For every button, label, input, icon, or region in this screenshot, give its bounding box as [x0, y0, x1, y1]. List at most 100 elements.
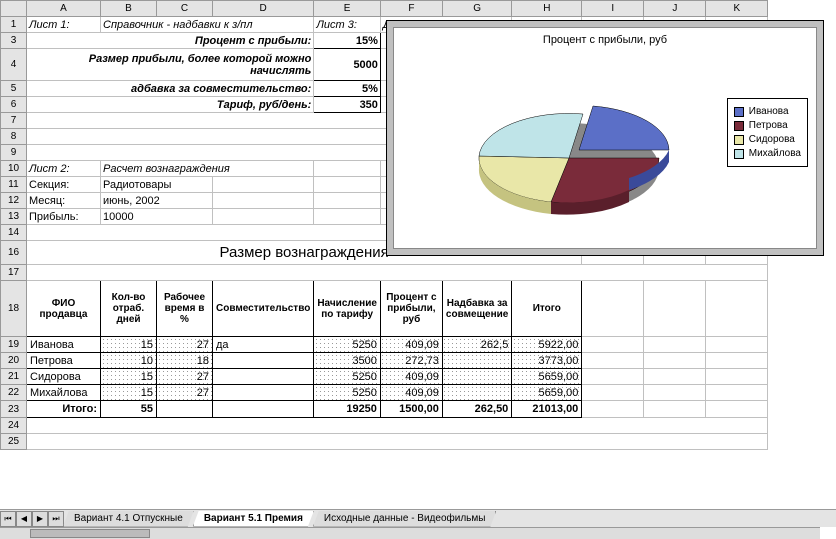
row-header[interactable]: 1: [1, 17, 27, 33]
row-header[interactable]: 21: [1, 369, 27, 385]
cell[interactable]: 21013,00: [512, 401, 582, 418]
row-header[interactable]: 6: [1, 97, 27, 113]
cell[interactable]: 409,09: [380, 369, 442, 385]
corner-cell[interactable]: [1, 1, 27, 17]
row-header[interactable]: 24: [1, 418, 27, 434]
cell[interactable]: 27: [157, 385, 213, 401]
cell[interactable]: 409,09: [380, 337, 442, 353]
cell[interactable]: 5250: [314, 385, 381, 401]
tab-nav-first-icon[interactable]: ⏮: [0, 511, 16, 527]
tab-nav-next-icon[interactable]: ▶: [32, 511, 48, 527]
cell[interactable]: [442, 369, 511, 385]
cell[interactable]: Расчет вознаграждения: [101, 161, 314, 177]
cell[interactable]: 1500,00: [380, 401, 442, 418]
cell[interactable]: 3773,00: [512, 353, 582, 369]
col-header[interactable]: C: [157, 1, 213, 17]
cell[interactable]: Прибыль:: [27, 209, 101, 225]
cell[interactable]: 10000: [101, 209, 213, 225]
cell[interactable]: Справочник - надбавки к з/пл: [101, 17, 314, 33]
col-header[interactable]: E: [314, 1, 381, 17]
col-header[interactable]: B: [101, 1, 157, 17]
cell[interactable]: Месяц:: [27, 193, 101, 209]
col-header[interactable]: I: [582, 1, 644, 17]
col-header[interactable]: H: [512, 1, 582, 17]
cell[interactable]: 3500: [314, 353, 381, 369]
row-header[interactable]: 17: [1, 265, 27, 281]
cell[interactable]: 5250: [314, 337, 381, 353]
cell[interactable]: 350: [314, 97, 381, 113]
col-header[interactable]: A: [27, 1, 101, 17]
cell[interactable]: 15: [101, 337, 157, 353]
cell[interactable]: 262,50: [442, 401, 511, 418]
row-header[interactable]: 14: [1, 225, 27, 241]
row-header[interactable]: 8: [1, 129, 27, 145]
row-header[interactable]: 5: [1, 81, 27, 97]
cell[interactable]: июнь, 2002: [101, 193, 213, 209]
cell[interactable]: 27: [157, 369, 213, 385]
cell[interactable]: Итого:: [27, 401, 101, 418]
cell[interactable]: Процент с прибыли:: [27, 33, 314, 49]
cell[interactable]: 55: [101, 401, 157, 418]
row-header[interactable]: 10: [1, 161, 27, 177]
cell[interactable]: [213, 353, 314, 369]
cell[interactable]: Радиотовары: [101, 177, 213, 193]
cell[interactable]: 5922,00: [512, 337, 582, 353]
cell[interactable]: 15%: [314, 33, 381, 49]
row-header[interactable]: 18: [1, 281, 27, 337]
sheet-tab[interactable]: Вариант 5.1 Премия: [193, 511, 314, 527]
cell[interactable]: 5659,00: [512, 385, 582, 401]
row-header[interactable]: 9: [1, 145, 27, 161]
sheet-tab[interactable]: Вариант 4.1 Отпускные: [63, 511, 194, 527]
cell[interactable]: 5659,00: [512, 369, 582, 385]
cell[interactable]: да: [213, 337, 314, 353]
cell[interactable]: 15: [101, 385, 157, 401]
cell[interactable]: 5000: [314, 49, 381, 81]
cell[interactable]: [442, 385, 511, 401]
cell[interactable]: Иванова: [27, 337, 101, 353]
cell[interactable]: 262,5: [442, 337, 511, 353]
row-header[interactable]: 12: [1, 193, 27, 209]
cell[interactable]: [442, 353, 511, 369]
cell[interactable]: 272,73: [380, 353, 442, 369]
horizontal-scrollbar[interactable]: [0, 527, 820, 539]
tab-nav-last-icon[interactable]: ⏭: [48, 511, 64, 527]
row-header[interactable]: 3: [1, 33, 27, 49]
col-header[interactable]: G: [442, 1, 511, 17]
cell[interactable]: Михайлова: [27, 385, 101, 401]
row-header[interactable]: 7: [1, 113, 27, 129]
cell[interactable]: 5%: [314, 81, 381, 97]
pie-chart[interactable]: Процент с прибыли, руб Иванова Петрова С…: [386, 20, 824, 256]
row-header[interactable]: 25: [1, 434, 27, 450]
cell[interactable]: 10: [101, 353, 157, 369]
row-header[interactable]: 16: [1, 241, 27, 265]
row-header[interactable]: 19: [1, 337, 27, 353]
col-header[interactable]: K: [706, 1, 768, 17]
col-header[interactable]: F: [380, 1, 442, 17]
row-header[interactable]: 11: [1, 177, 27, 193]
cell[interactable]: 5250: [314, 369, 381, 385]
cell[interactable]: Лист 3:: [314, 17, 381, 33]
cell[interactable]: 18: [157, 353, 213, 369]
col-header[interactable]: J: [644, 1, 706, 17]
row-header[interactable]: 4: [1, 49, 27, 81]
cell[interactable]: 27: [157, 337, 213, 353]
cell[interactable]: [213, 385, 314, 401]
row-header[interactable]: 13: [1, 209, 27, 225]
row-header[interactable]: 20: [1, 353, 27, 369]
col-header[interactable]: D: [213, 1, 314, 17]
cell[interactable]: [213, 369, 314, 385]
cell[interactable]: 15: [101, 369, 157, 385]
cell[interactable]: Лист 2:: [27, 161, 101, 177]
cell[interactable]: Секция:: [27, 177, 101, 193]
tab-nav-prev-icon[interactable]: ◀: [16, 511, 32, 527]
row-header[interactable]: 22: [1, 385, 27, 401]
sheet-tab[interactable]: Исходные данные - Видеофильмы: [313, 511, 497, 527]
row-header[interactable]: 23: [1, 401, 27, 418]
cell[interactable]: 409,09: [380, 385, 442, 401]
cell[interactable]: Петрова: [27, 353, 101, 369]
cell[interactable]: Тариф, руб/день:: [27, 97, 314, 113]
cell[interactable]: Размер прибыли, более которой можно начи…: [27, 49, 314, 81]
cell[interactable]: Сидорова: [27, 369, 101, 385]
cell[interactable]: адбавка за совместительство:: [27, 81, 314, 97]
cell[interactable]: Лист 1:: [27, 17, 101, 33]
